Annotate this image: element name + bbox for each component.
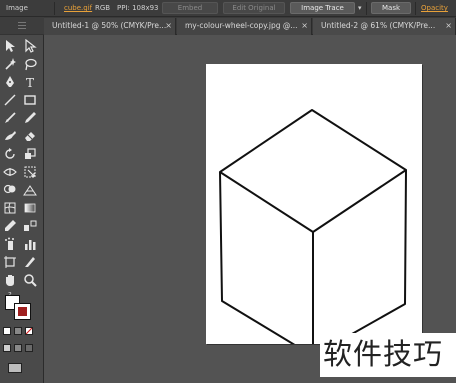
scale-tool-icon[interactable] — [23, 147, 37, 161]
mode-label: Image — [6, 4, 28, 12]
embed-button[interactable]: Embed — [162, 2, 218, 14]
tab-untitled-2[interactable]: Untitled-2 @ 61% (CMYK/Pre... × — [313, 18, 456, 35]
control-bar: Image cube.gif RGB PPI: 108x93 Embed Edi… — [0, 0, 456, 17]
stroke-swatch[interactable] — [14, 303, 31, 320]
close-icon[interactable]: × — [301, 18, 308, 34]
svg-text:T: T — [26, 76, 34, 89]
tab-label: Untitled-1 @ 50% (CMYK/Pre... — [52, 21, 167, 30]
perspective-grid-icon[interactable] — [23, 183, 37, 197]
gradient-tool-icon[interactable] — [23, 201, 37, 215]
panel-grip[interactable] — [0, 17, 44, 35]
draw-behind-icon[interactable] — [14, 344, 22, 352]
close-icon[interactable]: × — [445, 18, 452, 34]
opacity-link[interactable]: Opacity — [421, 3, 448, 13]
canvas-area[interactable] — [44, 35, 456, 383]
eyedropper-icon[interactable] — [3, 219, 17, 233]
hand-tool-icon[interactable] — [3, 273, 17, 287]
shape-builder-icon[interactable] — [3, 183, 17, 197]
mesh-tool-icon[interactable] — [3, 201, 17, 215]
separator — [54, 2, 55, 15]
gradient-mode-icon[interactable] — [14, 327, 22, 335]
slice-tool-icon[interactable] — [23, 255, 37, 269]
rotate-tool-icon[interactable] — [3, 147, 17, 161]
free-transform-icon[interactable] — [23, 165, 37, 179]
image-trace-dropdown-icon[interactable]: ▾ — [358, 3, 362, 13]
watermark-text: 软件技巧 — [323, 337, 444, 371]
image-trace-button[interactable]: Image Trace — [290, 2, 355, 14]
blob-brush-icon[interactable] — [3, 129, 17, 143]
tab-label: my-colour-wheel-copy.jpg @... — [185, 21, 298, 30]
selection-tool-icon[interactable] — [3, 39, 17, 53]
eraser-icon[interactable] — [23, 129, 37, 143]
tab-colour-wheel[interactable]: my-colour-wheel-copy.jpg @... × — [177, 18, 312, 35]
direct-selection-tool-icon[interactable] — [23, 39, 37, 53]
ppi-label: PPI: 108x93 — [117, 4, 159, 12]
edit-original-button[interactable]: Edit Original — [223, 2, 285, 14]
tab-label: Untitled-2 @ 61% (CMYK/Pre... — [321, 21, 436, 30]
tools-panel: T ? — [0, 17, 44, 383]
separator — [366, 2, 367, 15]
pencil-icon[interactable] — [23, 111, 37, 125]
draw-normal-icon[interactable] — [3, 344, 11, 352]
symbol-sprayer-icon[interactable] — [3, 237, 17, 251]
close-icon[interactable]: × — [165, 18, 172, 34]
line-tool-icon[interactable] — [3, 93, 17, 107]
type-tool-icon[interactable]: T — [23, 75, 37, 89]
column-graph-icon[interactable] — [23, 237, 37, 251]
color-mode-icon[interactable] — [3, 327, 11, 335]
rectangle-tool-icon[interactable] — [23, 93, 37, 107]
color-mode-label: RGB — [95, 4, 111, 12]
watermark: 软件技巧 — [320, 333, 456, 377]
document-tab-bar: Untitled-1 @ 50% (CMYK/Pre... × my-colou… — [44, 17, 456, 35]
mask-button[interactable]: Mask — [371, 2, 411, 14]
artboard[interactable] — [206, 64, 422, 344]
width-tool-icon[interactable] — [3, 165, 17, 179]
paintbrush-icon[interactable] — [3, 111, 17, 125]
screen-mode-icon[interactable] — [8, 363, 22, 373]
blend-tool-icon[interactable] — [23, 219, 37, 233]
pen-tool-icon[interactable] — [3, 75, 17, 89]
linked-file-link[interactable]: cube.gif — [64, 3, 92, 13]
lasso-icon[interactable] — [23, 57, 37, 71]
artboard-tool-icon[interactable] — [3, 255, 17, 269]
none-mode-icon[interactable] — [25, 327, 33, 335]
magic-wand-icon[interactable] — [3, 57, 17, 71]
separator — [415, 2, 416, 15]
illustrator-window: Image cube.gif RGB PPI: 108x93 Embed Edi… — [0, 0, 456, 383]
tab-untitled-1[interactable]: Untitled-1 @ 50% (CMYK/Pre... × — [44, 18, 176, 35]
zoom-tool-icon[interactable] — [23, 273, 37, 287]
cube-image[interactable] — [206, 64, 422, 344]
draw-inside-icon[interactable] — [25, 344, 33, 352]
